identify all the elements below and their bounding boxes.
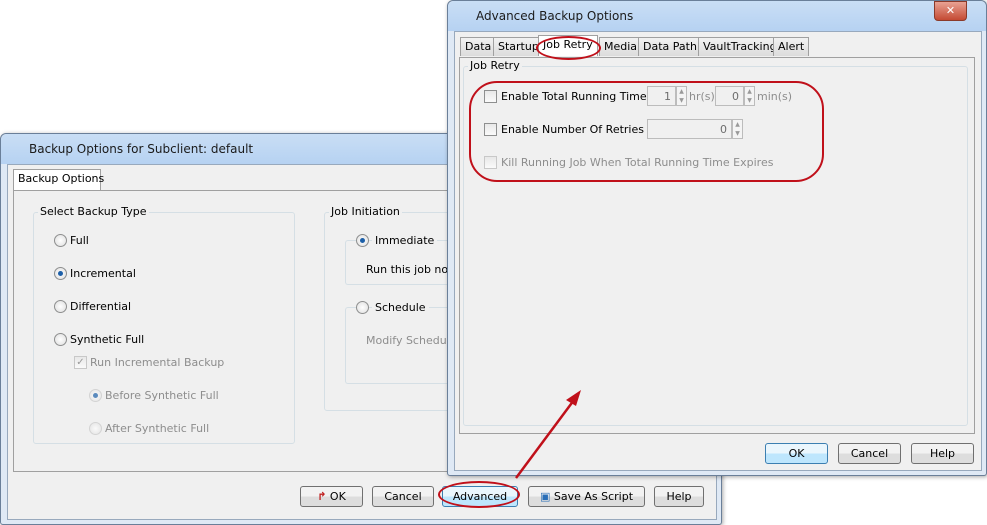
annotation-arrow [514,390,581,479]
